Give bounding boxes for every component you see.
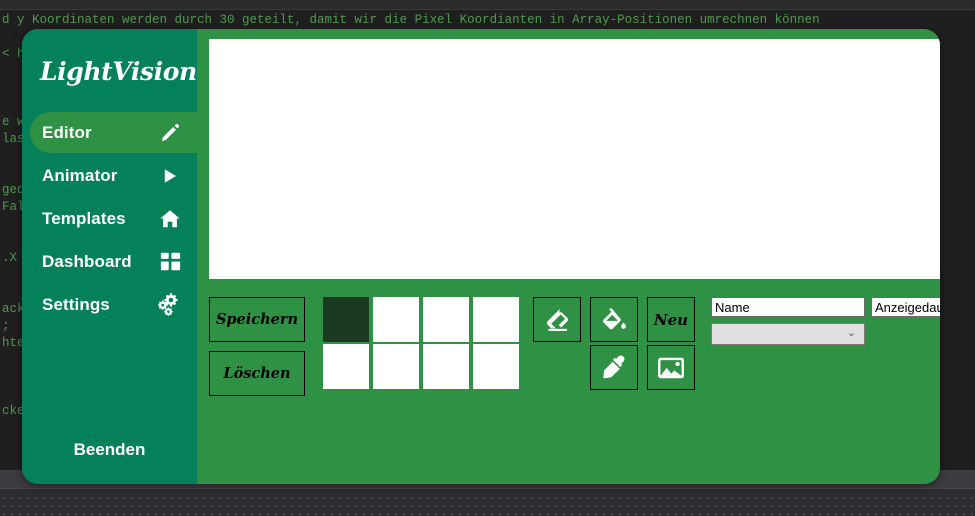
sidebar-item-animator[interactable]: Animator (22, 155, 197, 196)
play-icon (157, 163, 183, 189)
eyedropper-icon (601, 354, 628, 381)
sidebar-item-editor[interactable]: Editor (30, 112, 197, 153)
color-swatch-1[interactable] (373, 297, 419, 342)
color-swatch-4[interactable] (323, 344, 369, 389)
template-select-wrapper: ⌄ (711, 323, 865, 345)
quit-button[interactable]: Beenden (22, 434, 197, 466)
dashboard-icon (157, 249, 183, 275)
fill-tool[interactable] (590, 297, 638, 342)
editor-titlebar (0, 0, 975, 10)
save-button[interactable]: Speichern (209, 297, 305, 342)
sidebar-item-label: Templates (42, 208, 126, 228)
sidebar-item-label: Editor (42, 122, 92, 142)
gears-icon (157, 292, 183, 318)
sidebar-item-dashboard[interactable]: Dashboard (22, 241, 197, 282)
color-swatch-5[interactable] (373, 344, 419, 389)
app-logo: LightVision (40, 57, 197, 86)
main-panel: Speichern Löschen Neu Name Anzeigedauer … (197, 29, 940, 484)
sidebar-item-label: Settings (42, 294, 110, 314)
blank-slot (533, 345, 581, 390)
paint-bucket-icon (601, 306, 628, 333)
image-icon (657, 355, 685, 381)
sidebar-item-label: Dashboard (42, 251, 132, 271)
home-icon (157, 206, 183, 232)
toolbar: Speichern Löschen Neu Name Anzeigedauer … (209, 297, 940, 396)
color-picker-tool[interactable] (590, 345, 638, 390)
pencil-icon (157, 120, 183, 146)
taskbar-dot-pattern (0, 494, 975, 516)
sidebar-nav: Editor Animator Templates Dashboard Sett… (22, 112, 197, 325)
new-button[interactable]: Neu (647, 297, 695, 342)
metadata-fields: ⌄ (711, 297, 940, 345)
sidebar-item-settings[interactable]: Settings (22, 284, 197, 325)
color-swatch-7[interactable] (473, 344, 519, 389)
name-input[interactable] (711, 297, 865, 317)
template-select[interactable] (711, 323, 865, 345)
image-import-tool[interactable] (647, 345, 695, 390)
color-palette (323, 297, 519, 389)
delete-button[interactable]: Löschen (209, 351, 305, 396)
tool-button-group: Neu (533, 297, 695, 390)
code-line: d y Koordinaten werden durch 30 geteilt,… (2, 13, 820, 27)
fields-row (711, 297, 940, 317)
editor-taskbar (0, 488, 975, 516)
sidebar: LightVision Editor Animator Templates Da… (22, 29, 197, 484)
color-swatch-0[interactable] (323, 297, 369, 342)
color-swatch-6[interactable] (423, 344, 469, 389)
eraser-icon (544, 306, 571, 333)
color-swatch-2[interactable] (423, 297, 469, 342)
display-duration-input[interactable] (871, 297, 940, 317)
color-swatch-3[interactable] (473, 297, 519, 342)
sidebar-item-label: Animator (42, 165, 118, 185)
lightvision-window: LightVision Editor Animator Templates Da… (22, 29, 940, 484)
sidebar-item-templates[interactable]: Templates (22, 198, 197, 239)
eraser-tool[interactable] (533, 297, 581, 342)
action-button-group: Speichern Löschen (209, 297, 305, 396)
drawing-canvas[interactable] (209, 39, 940, 279)
